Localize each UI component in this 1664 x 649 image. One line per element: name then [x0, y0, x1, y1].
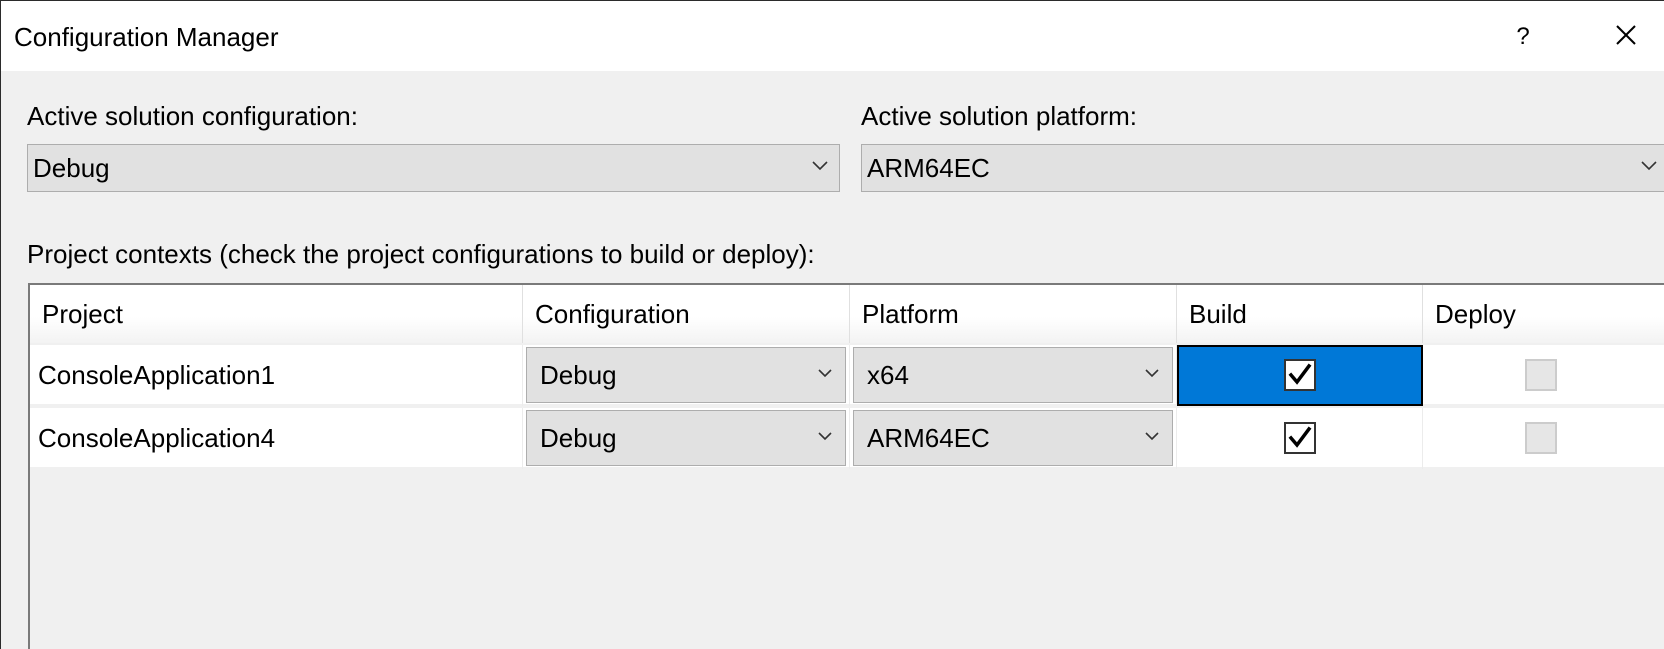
close-button[interactable] [1601, 13, 1651, 59]
grid-header: Project Configuration Platform Build Dep… [30, 285, 1664, 343]
column-header-platform[interactable]: Platform [850, 285, 1177, 343]
active-platform-label: Active solution platform: [861, 101, 1138, 131]
row-configuration-dropdown[interactable]: Debug [526, 410, 846, 466]
row-platform-dropdown[interactable]: x64 [853, 347, 1173, 403]
table-row[interactable]: ConsoleApplication1 Debug x64 [30, 345, 1664, 406]
active-configuration-value: Debug [33, 153, 110, 183]
column-header-project[interactable]: Project [30, 285, 523, 343]
project-contexts-label: Project contexts (check the project conf… [27, 239, 815, 269]
column-header-build[interactable]: Build [1177, 285, 1423, 343]
configuration-cell: Debug [523, 345, 850, 406]
title-bar: Configuration Manager ? [1, 1, 1664, 71]
column-header-configuration[interactable]: Configuration [523, 285, 850, 343]
configuration-cell: Debug [523, 408, 850, 469]
build-cell-selected[interactable] [1177, 345, 1423, 406]
build-checkbox[interactable] [1284, 359, 1316, 391]
platform-cell: ARM64EC [850, 408, 1177, 469]
active-configuration-dropdown[interactable]: Debug [27, 144, 840, 192]
active-platform-dropdown[interactable]: ARM64EC [861, 144, 1664, 192]
row-configuration-dropdown[interactable]: Debug [526, 347, 846, 403]
chevron-down-icon [1640, 160, 1658, 172]
chevron-down-icon [1144, 368, 1160, 379]
chevron-down-icon [1144, 431, 1160, 442]
close-icon [1616, 25, 1636, 45]
deploy-checkbox[interactable] [1525, 422, 1557, 454]
configuration-manager-dialog: Configuration Manager ? Active solution … [0, 0, 1664, 649]
column-header-deploy[interactable]: Deploy [1423, 285, 1664, 343]
table-row[interactable]: ConsoleApplication4 Debug ARM64EC [30, 408, 1664, 469]
deploy-cell [1423, 345, 1664, 406]
project-name-cell: ConsoleApplication4 [30, 408, 523, 469]
checkmark-icon [1288, 363, 1312, 385]
checkmark-icon [1288, 426, 1312, 448]
active-platform-value: ARM64EC [867, 153, 990, 183]
deploy-checkbox[interactable] [1525, 359, 1557, 391]
chevron-down-icon [811, 160, 829, 172]
build-cell [1177, 408, 1423, 469]
chevron-down-icon [817, 368, 833, 379]
build-checkbox[interactable] [1284, 422, 1316, 454]
chevron-down-icon [817, 431, 833, 442]
dialog-title: Configuration Manager [14, 22, 279, 52]
project-contexts-grid: Project Configuration Platform Build Dep… [28, 283, 1664, 649]
active-configuration-label: Active solution configuration: [27, 101, 358, 131]
help-button[interactable]: ? [1501, 15, 1545, 59]
row-platform-dropdown[interactable]: ARM64EC [853, 410, 1173, 466]
project-name-cell: ConsoleApplication1 [30, 345, 523, 406]
platform-cell: x64 [850, 345, 1177, 406]
deploy-cell [1423, 408, 1664, 469]
